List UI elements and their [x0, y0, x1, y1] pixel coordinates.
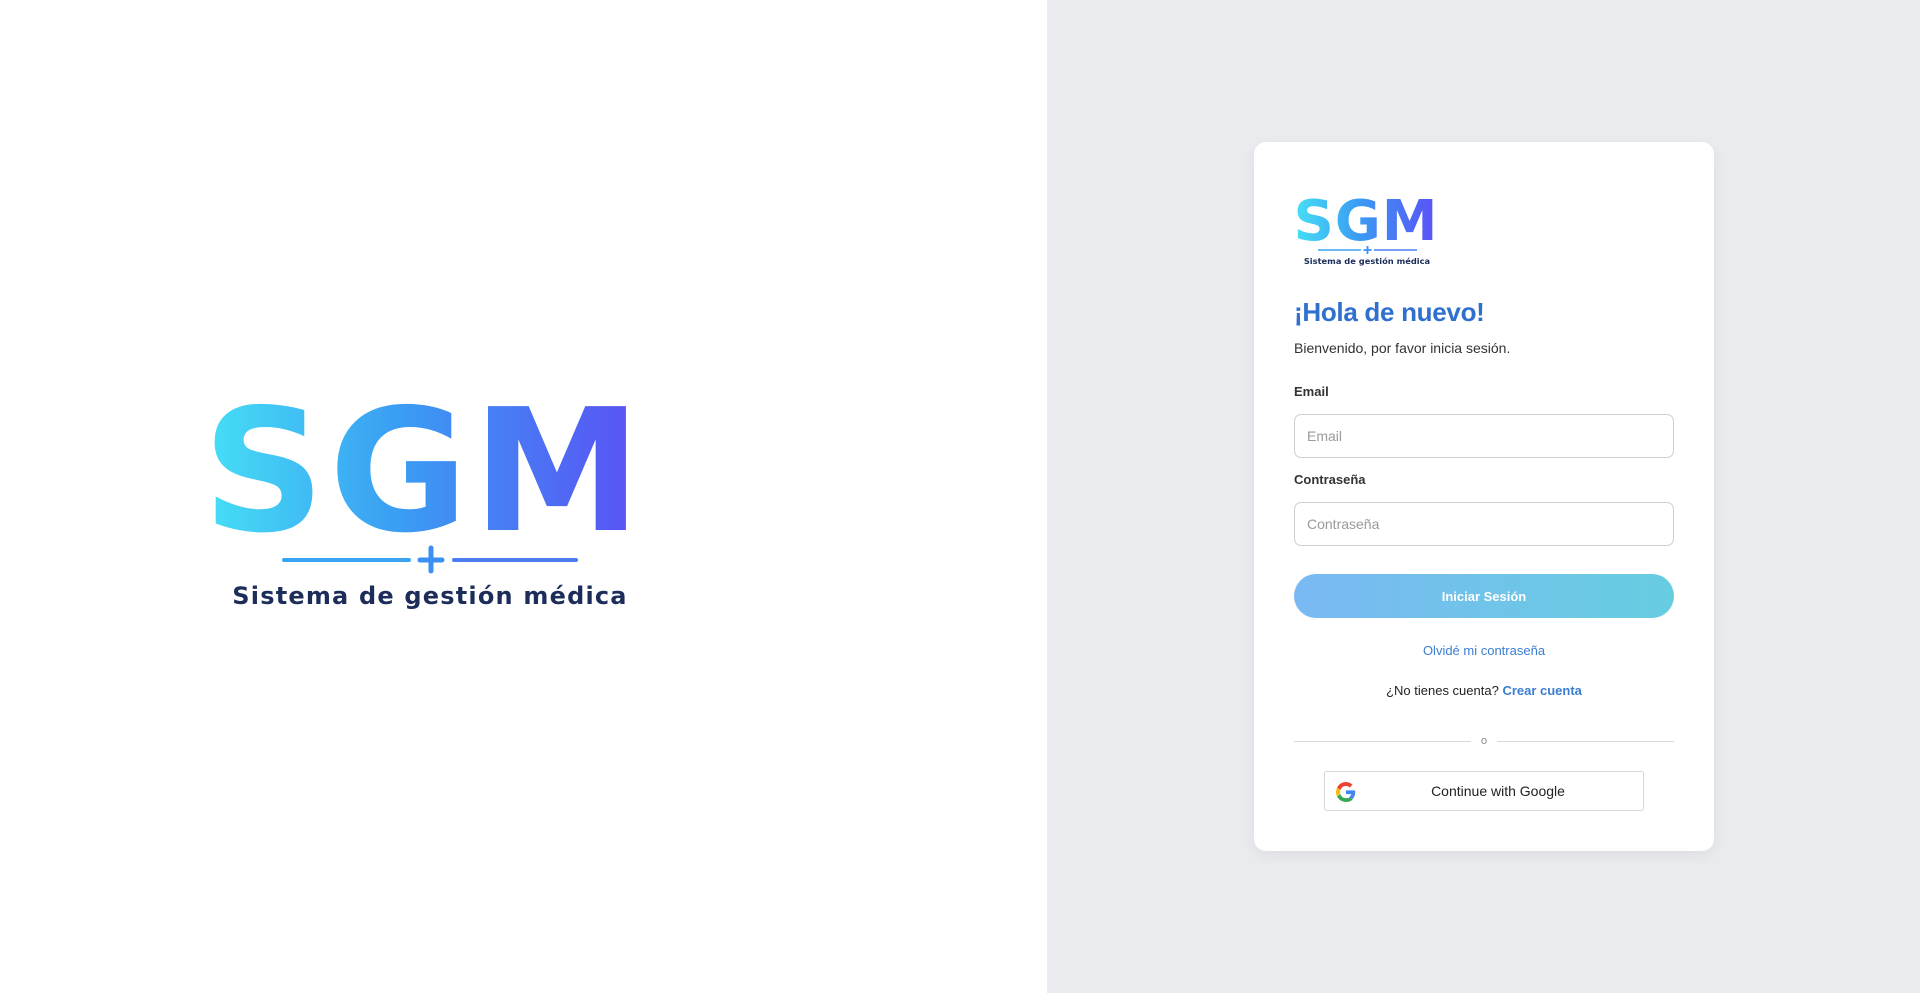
google-button-label: Continue with Google [1431, 783, 1565, 799]
login-panel: SGM Sistema de gestión médica ¡Hola de n… [1047, 0, 1920, 993]
page-title: ¡Hola de nuevo! [1294, 297, 1485, 327]
login-button[interactable]: Iniciar Sesión [1294, 574, 1674, 618]
logo-tagline: Sistema de gestión médica [232, 582, 627, 610]
password-label: Contraseña [1294, 472, 1366, 487]
sgm-logo-small: SGM Sistema de gestión médica [1294, 192, 1439, 266]
google-icon [1336, 782, 1356, 802]
divider-text: o [1480, 735, 1488, 747]
forgot-password-link[interactable]: Olvidé mi contraseña [1294, 643, 1674, 658]
login-card: SGM Sistema de gestión médica ¡Hola de n… [1254, 142, 1714, 851]
login-page: SGM Sistema de gestión médica SGM Sistem… [0, 0, 1920, 993]
svg-text:Sistema de gestión médica: Sistema de gestión médica [1304, 256, 1430, 266]
page-subtitle: Bienvenido, por favor inicia sesión. [1294, 340, 1511, 356]
svg-text:SGM: SGM [1294, 192, 1439, 254]
sgm-logo-large: SGM Sistema de gestión médica [214, 390, 634, 610]
brand-panel: SGM Sistema de gestión médica [0, 0, 1047, 993]
password-input[interactable] [1294, 502, 1674, 546]
or-divider: o [1294, 735, 1674, 747]
email-input[interactable] [1294, 414, 1674, 458]
logo-letters: SGM [214, 390, 634, 571]
email-label: Email [1294, 384, 1329, 399]
divider-line-left [1294, 740, 1471, 742]
divider-line-right [1497, 740, 1674, 742]
no-account-text: ¿No tienes cuenta? [1386, 683, 1499, 698]
google-signin-button[interactable]: Continue with Google [1324, 771, 1644, 811]
signup-prompt: ¿No tienes cuenta? Crear cuenta [1294, 683, 1674, 698]
create-account-link[interactable]: Crear cuenta [1502, 683, 1581, 698]
